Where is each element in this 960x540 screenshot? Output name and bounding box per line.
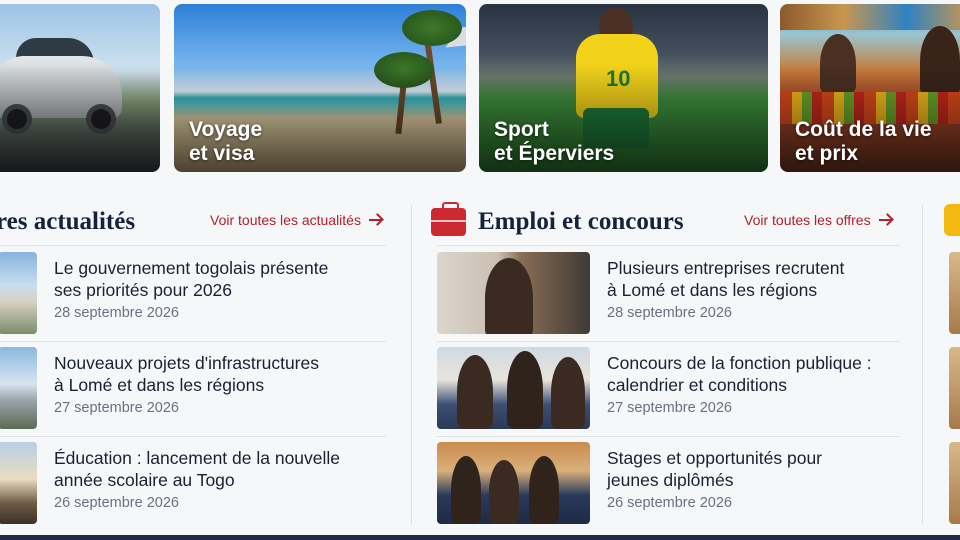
news-thumbnail [0,347,37,429]
category-card-sport[interactable]: 10 Sport et Éperviers [479,4,768,172]
news-item-title: Nouveaux projets d'infrastructures à Lom… [54,353,319,395]
news-item-title: Le gouvernement togolais présente ses pr… [54,258,329,300]
news-item-date: 26 septembre 2026 [54,495,179,511]
news-section-header: res actualités [0,204,135,240]
category-card-car[interactable] [0,4,160,172]
footer-bar [0,535,960,540]
see-all-news-link[interactable]: Voir toutes les actualités [210,212,383,228]
category-title: Sport et Éperviers [494,118,615,165]
news-section-title: res actualités [0,208,136,235]
news-item-date: 28 septembre 2026 [54,305,179,321]
news-item-title: Éducation : lancement de la nouvelle ann… [54,448,341,490]
job-item-date: 27 septembre 2026 [607,400,732,416]
palm-tree-image [402,10,462,46]
category-card-cout-de-la-vie[interactable]: Coût de la vie et prix [780,4,960,172]
briefcase-icon [431,202,466,236]
arrow-right-icon [368,214,383,226]
job-thumbnail [437,442,590,524]
job-item-title: Plusieurs entreprises recrutent à Lomé e… [607,258,845,300]
news-list-item[interactable]: Le gouvernement togolais présente ses pr… [0,252,386,334]
column-divider [411,205,412,525]
category-title: Coût de la vie et prix [795,118,932,165]
see-all-offers-link[interactable]: Voir toutes les offres [744,212,893,228]
news-list-item[interactable]: Éducation : lancement de la nouvelle ann… [0,442,386,524]
news-list-item[interactable]: Nouveaux projets d'infrastructures à Lom… [0,347,386,429]
right-column-thumbnail[interactable] [949,252,960,334]
right-column-thumbnail[interactable] [949,347,960,429]
divider [0,245,386,246]
column-divider [922,205,923,525]
category-card-voyage[interactable]: Voyage et visa [174,4,466,172]
job-item-date: 28 septembre 2026 [607,305,732,321]
section-icon [944,204,960,236]
market-stall-image [780,4,960,30]
right-column-thumbnail[interactable] [949,442,960,524]
jobs-section-header: Emploi et concours [478,204,684,240]
job-thumbnail [437,252,590,334]
job-item-title: Concours de la fonction publique : calen… [607,353,872,395]
job-list-item[interactable]: Stages et opportunités pour jeunes diplô… [437,442,900,524]
news-thumbnail [0,252,37,334]
job-thumbnail [437,347,590,429]
job-list-item[interactable]: Plusieurs entreprises recrutent à Lomé e… [437,252,900,334]
divider [437,245,900,246]
job-item-date: 26 septembre 2026 [607,495,732,511]
jobs-section-title: Emploi et concours [478,208,684,235]
news-item-date: 27 septembre 2026 [54,400,179,416]
job-list-item[interactable]: Concours de la fonction publique : calen… [437,347,900,429]
category-title: Voyage et visa [189,118,263,165]
news-thumbnail [0,442,37,524]
arrow-right-icon [878,214,893,226]
job-item-title: Stages et opportunités pour jeunes diplô… [607,448,823,490]
